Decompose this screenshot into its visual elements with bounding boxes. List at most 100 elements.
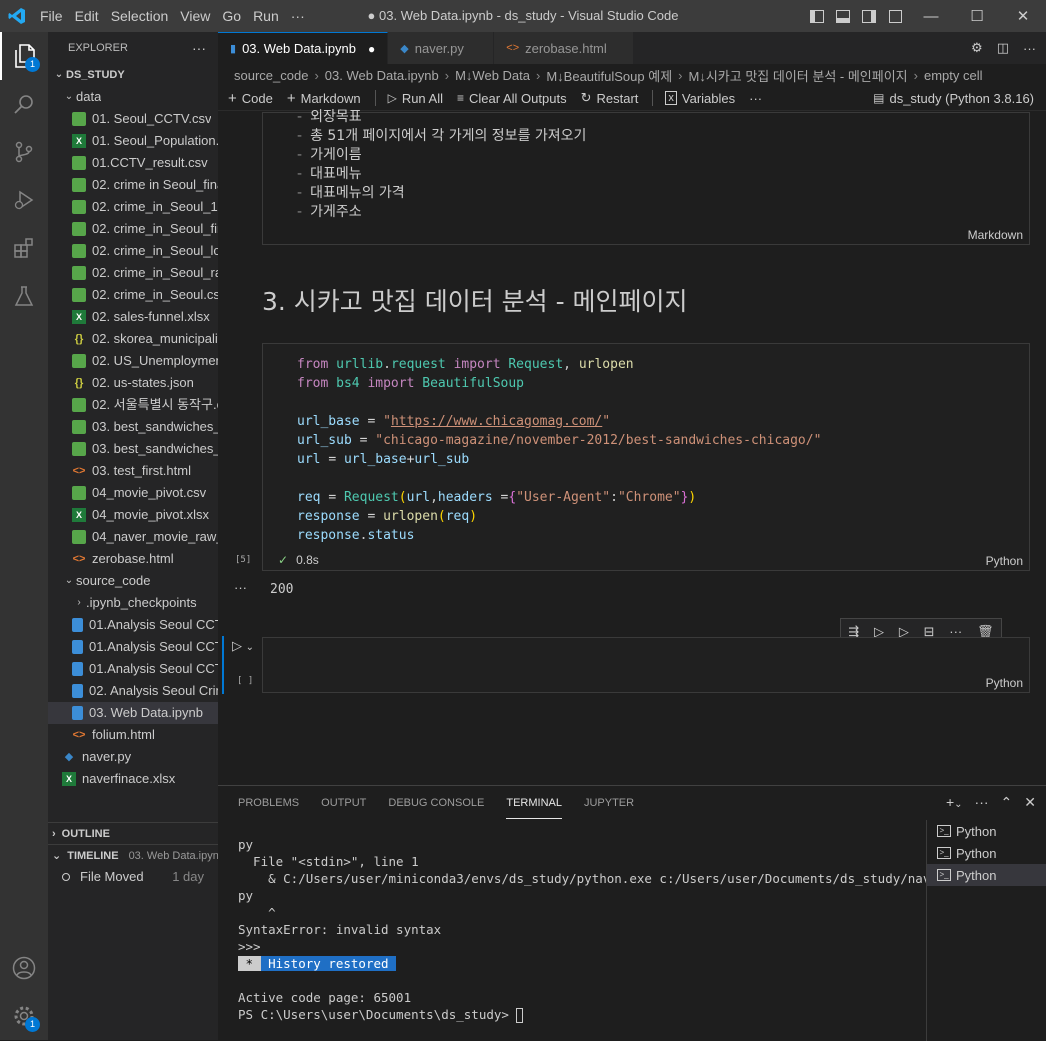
tab-output[interactable]: OUTPUT (321, 788, 366, 818)
file-item[interactable]: X 04_movie_pivot.xlsx (48, 504, 218, 526)
toggle-panel-icon[interactable] (830, 0, 856, 32)
toggle-secondary-sidebar-icon[interactable] (856, 0, 882, 32)
tab-zerobase-html[interactable]: <> zerobase.html (494, 32, 635, 64)
menu-selection[interactable]: Selection (105, 0, 175, 32)
folder-data[interactable]: ⌄ data (48, 86, 218, 108)
file-item[interactable]: 02. crime_in_Seoul_final.csv (48, 218, 218, 240)
add-markdown-button[interactable]: + Markdown (287, 90, 361, 107)
panel-more-icon[interactable]: ··· (975, 794, 989, 811)
file-item[interactable]: 02. crime_in_Seoul_raw.csv (48, 262, 218, 284)
more-actions-icon[interactable]: ··· (1023, 41, 1036, 56)
file-item[interactable]: 02. Analysis Seoul Crime.ipynb (48, 680, 218, 702)
file-item[interactable]: 01.Analysis Seoul CCTV3.ipynb (48, 658, 218, 680)
menu-run[interactable]: Run (247, 0, 285, 32)
explorer-more-icon[interactable]: ··· (192, 40, 206, 56)
maximize-button[interactable]: ☐ (954, 0, 1000, 32)
file-item[interactable]: <> zerobase.html (48, 548, 218, 570)
restart-button[interactable]: ↻ Restart (581, 90, 639, 106)
file-item[interactable]: 01.Analysis Seoul CCTV2.ipynb (48, 636, 218, 658)
manage-gear-icon[interactable]: 1 (0, 992, 48, 1040)
file-item[interactable]: 02. crime_in_Seoul.csv (48, 284, 218, 306)
search-icon[interactable] (0, 80, 48, 128)
outline-section[interactable]: › OUTLINE (48, 822, 218, 844)
file-item[interactable]: <> 03. test_first.html (48, 460, 218, 482)
output-more-icon[interactable]: ··· (234, 580, 247, 595)
terminal-output[interactable]: py File "<stdin>", line 1 & C:/Users/use… (238, 836, 953, 1023)
file-item[interactable]: 04_movie_pivot.csv (48, 482, 218, 504)
file-item[interactable]: 02. crime_in_Seoul_1st.csv (48, 196, 218, 218)
minimize-button[interactable]: — (908, 0, 954, 32)
file-item[interactable]: 02. crime in Seoul_final.csv (48, 174, 218, 196)
close-window-button[interactable]: ✕ (1000, 0, 1046, 32)
run-all-button[interactable]: ▷ Run All (388, 91, 443, 106)
file-item[interactable]: 02. crime_in_Seoul_location.csv (48, 240, 218, 262)
maximize-panel-icon[interactable]: ⌃ (1001, 794, 1013, 811)
split-editor-icon[interactable]: ◫ (997, 40, 1009, 56)
clear-outputs-button[interactable]: ≡ Clear All Outputs (457, 91, 567, 106)
tab-terminal[interactable]: TERMINAL (506, 788, 562, 819)
explorer-icon[interactable]: 1 (0, 32, 48, 80)
terminal-item[interactable]: >_ Python (927, 820, 1046, 842)
tab-web-data[interactable]: ▮ 03. Web Data.ipynb ● (218, 32, 389, 64)
cell-language[interactable]: Python (986, 554, 1023, 568)
markdown-cell[interactable]: - 외장목표 -총 51개 페이지에서 각 가게의 정보를 가져오기 - 가게이름 … (262, 109, 1030, 245)
cell-language[interactable]: Markdown (968, 228, 1023, 242)
add-code-button[interactable]: + Code (228, 90, 273, 107)
file-item[interactable]: Xnaverfinace.xlsx (48, 768, 218, 790)
file-item[interactable]: 03. Web Data.ipynb (48, 702, 218, 724)
file-item[interactable]: {} 02. skorea_municipalities_geo.json (48, 328, 218, 350)
variables-button[interactable]: x Variables (665, 91, 735, 106)
file-item[interactable]: 02. US_Unemployment.csv (48, 350, 218, 372)
terminal-item[interactable]: >_ Python (927, 864, 1046, 886)
code-editor[interactable]: from urllib.request import Request, urlo… (297, 355, 821, 545)
cell-language[interactable]: Python (986, 676, 1023, 690)
customize-layout-icon[interactable] (882, 0, 908, 32)
toolbar-more-icon[interactable]: ··· (749, 91, 762, 106)
url-base-link[interactable]: https://www.chicagomag.com/ (391, 414, 602, 429)
folder-source-code[interactable]: ⌄ source_code (48, 570, 218, 592)
file-item[interactable]: 03. best_sandwiches_list.csv (48, 416, 218, 438)
menu-edit[interactable]: Edit (69, 0, 105, 32)
run-cell-button[interactable]: ▷ ⌄ (232, 638, 254, 654)
menu-view[interactable]: View (174, 0, 216, 32)
notebook-settings-gear-icon[interactable]: ⚙ (971, 40, 983, 56)
file-label: 02. crime_in_Seoul_raw.csv (92, 265, 218, 280)
file-item[interactable]: X 01. Seoul_Population.xls (48, 130, 218, 152)
tab-debug-console[interactable]: DEBUG CONSOLE (388, 788, 484, 818)
terminal-cursor (516, 1008, 524, 1023)
workspace-root[interactable]: ⌄ DS_STUDY (48, 64, 218, 86)
file-item[interactable]: ◆ naver.py (48, 746, 218, 768)
unsaved-dot-icon[interactable]: ● (368, 42, 375, 56)
toggle-sidebar-icon[interactable] (804, 0, 830, 32)
kernel-picker[interactable]: ▤ ds_study (Python 3.8.16) (873, 91, 1034, 106)
panel-actions: +⌄ ··· ⌃ ✕ (946, 794, 1036, 811)
tab-naver-py[interactable]: ◆ naver.py (388, 32, 495, 64)
file-item[interactable]: 01.CCTV_result.csv (48, 152, 218, 174)
new-terminal-icon[interactable]: +⌄ (946, 794, 963, 811)
file-item[interactable]: 01.Analysis Seoul CCTV.ipynb (48, 614, 218, 636)
code-cell[interactable]: from urllib.request import Request, urlo… (262, 343, 1030, 571)
file-item[interactable]: {} 02. us-states.json (48, 372, 218, 394)
source-control-icon[interactable] (0, 128, 48, 176)
timeline-section[interactable]: ⌄ TIMELINE 03. Web Data.ipynb (48, 844, 218, 866)
empty-code-cell[interactable]: Python (262, 637, 1030, 693)
folder-item[interactable]: › .ipynb_checkpoints (48, 592, 218, 614)
file-item[interactable]: 03. best_sandwiches_list_chicago.csv (48, 438, 218, 460)
run-debug-icon[interactable] (0, 176, 48, 224)
extensions-icon[interactable] (0, 224, 48, 272)
timeline-entry[interactable]: File Moved 1 day (48, 866, 218, 888)
file-item[interactable]: <> folium.html (48, 724, 218, 746)
menu-go[interactable]: Go (216, 0, 247, 32)
testing-flask-icon[interactable] (0, 272, 48, 320)
menu-file[interactable]: File (34, 0, 69, 32)
file-item[interactable]: 01. Seoul_CCTV.csv (48, 108, 218, 130)
close-panel-icon[interactable]: ✕ (1024, 794, 1036, 811)
account-icon[interactable] (0, 944, 48, 992)
file-item[interactable]: 02. 서울특별시 동작구.csv (48, 394, 218, 416)
file-item[interactable]: 04_naver_movie_raw_data.csv (48, 526, 218, 548)
tab-problems[interactable]: PROBLEMS (238, 788, 299, 818)
file-item[interactable]: X 02. sales-funnel.xlsx (48, 306, 218, 328)
terminal-item[interactable]: >_ Python (927, 842, 1046, 864)
menu-more[interactable]: ··· (285, 0, 311, 32)
tab-jupyter[interactable]: JUPYTER (584, 788, 634, 818)
